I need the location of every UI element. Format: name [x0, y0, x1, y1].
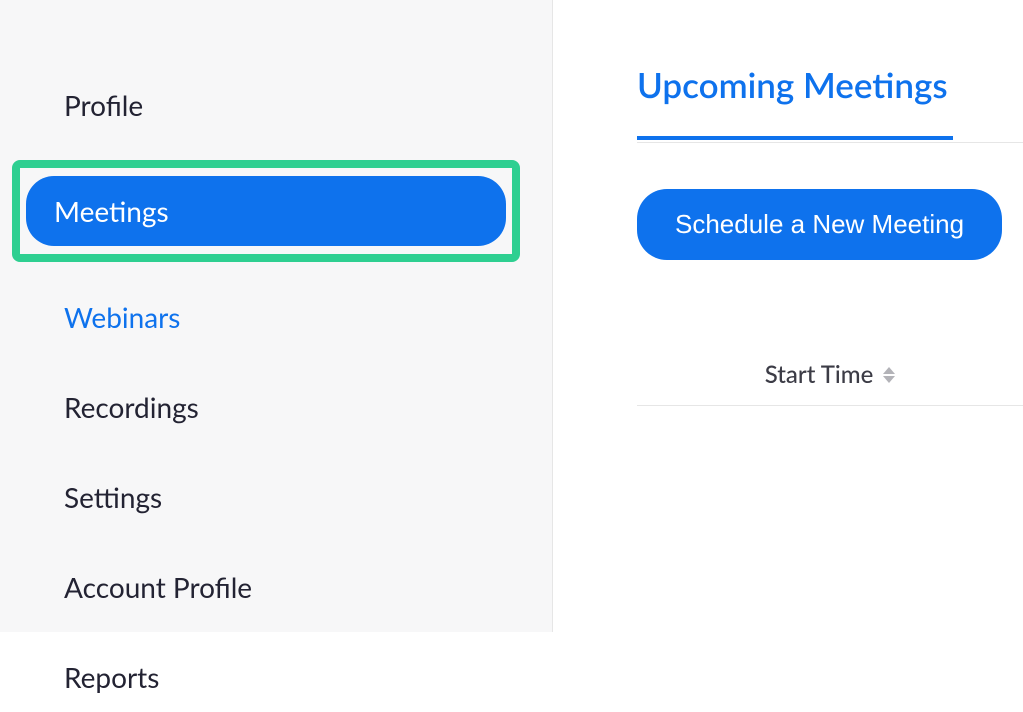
sidebar-item-account-profile[interactable]: Account Profile [44, 552, 508, 622]
sidebar-item-meetings-highlight: Meetings [12, 160, 520, 262]
sort-icon[interactable] [883, 367, 895, 383]
page-title: Upcoming Meetings [637, 64, 1023, 136]
sidebar-item-settings[interactable]: Settings [44, 462, 508, 532]
schedule-new-meeting-button[interactable]: Schedule a New Meeting [637, 189, 1002, 260]
tab-underline [637, 136, 953, 140]
sidebar-item-recordings[interactable]: Recordings [44, 372, 508, 442]
divider [637, 142, 1023, 143]
sort-ascending-icon [883, 367, 895, 374]
sidebar-item-profile[interactable]: Profile [44, 70, 508, 140]
sidebar-item-meetings[interactable]: Meetings [26, 176, 506, 246]
sidebar-item-reports[interactable]: Reports [44, 642, 508, 712]
sidebar: Profile Meetings Webinars Recordings Set… [0, 0, 553, 632]
sidebar-nav-list: Profile Meetings Webinars Recordings Set… [44, 70, 508, 712]
meetings-table-header: Start Time [637, 360, 1023, 406]
column-header-start-time[interactable]: Start Time [765, 360, 874, 389]
sidebar-item-webinars[interactable]: Webinars [44, 282, 508, 352]
main-content: Upcoming Meetings Schedule a New Meeting… [553, 0, 1023, 632]
sort-descending-icon [883, 376, 895, 383]
